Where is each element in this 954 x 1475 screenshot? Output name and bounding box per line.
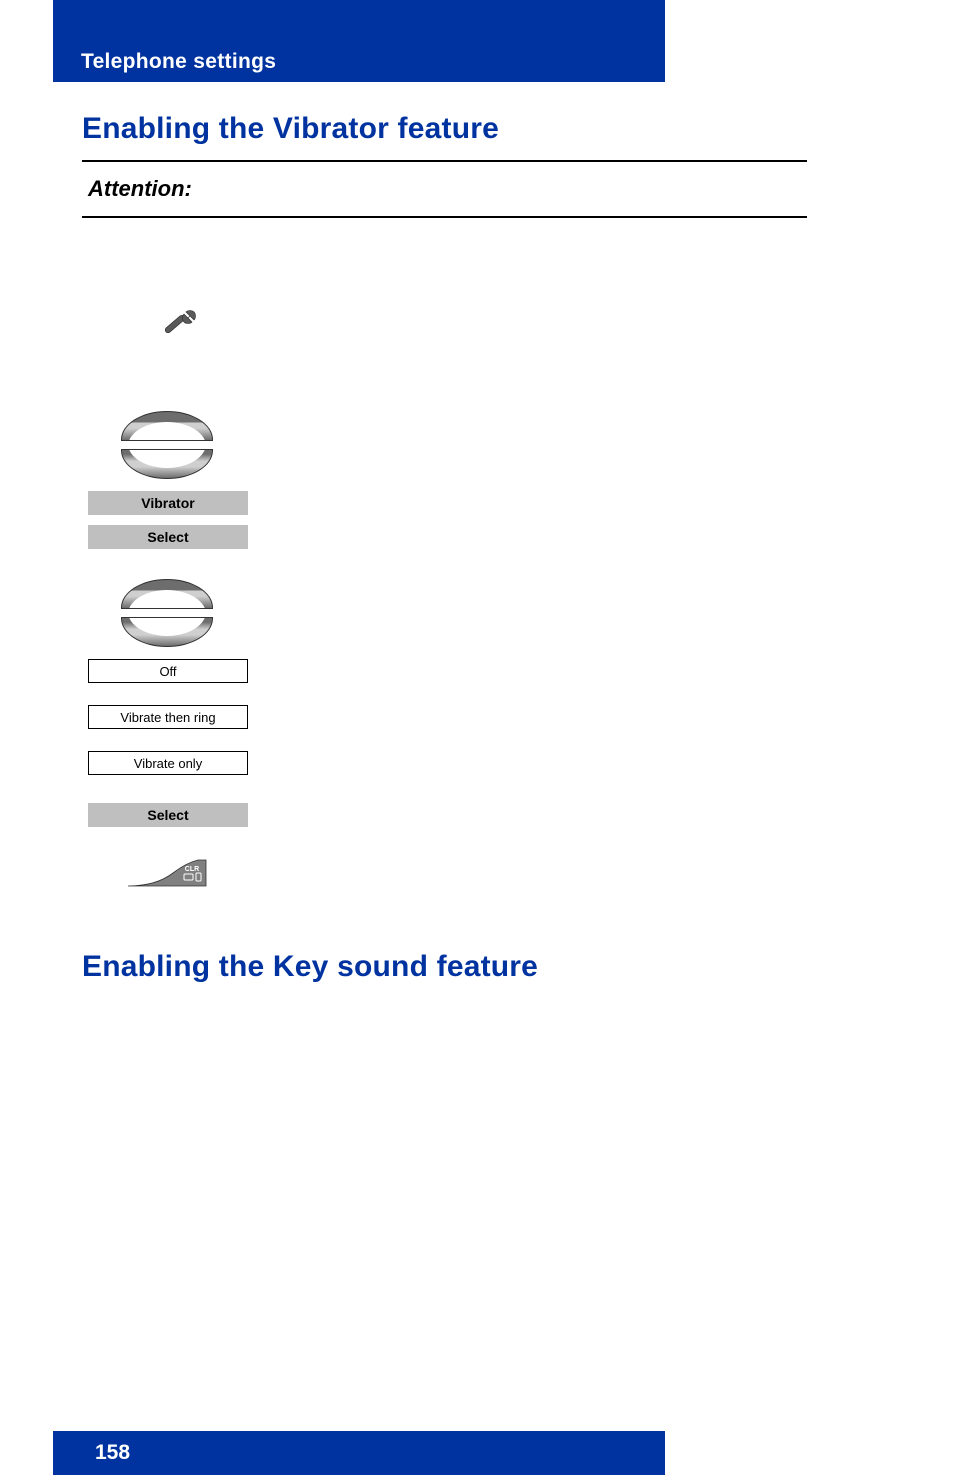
page-number: 158 xyxy=(95,1441,130,1465)
content-area: Enabling the Vibrator feature Attention:… xyxy=(82,100,807,998)
nav-down-icon xyxy=(121,617,213,647)
clr-key-icon[interactable]: CLR xyxy=(128,857,807,892)
step-choose-option: Off Vibrate then ring Vibrate only Selec… xyxy=(82,579,807,827)
attention-label: Attention: xyxy=(88,176,807,202)
steps-area: Vibrator Select Off Vibrate then ring Vi… xyxy=(82,308,807,892)
softkey-select[interactable]: Select xyxy=(88,803,248,827)
nav-down-icon xyxy=(121,449,213,479)
heading-keysound: Enabling the Key sound feature xyxy=(82,950,807,984)
page-footer: 158 xyxy=(53,1431,665,1475)
option-vibrate-only[interactable]: Vibrate only xyxy=(88,751,248,775)
softkey-select[interactable]: Select xyxy=(88,525,248,549)
header-section-title: Telephone settings xyxy=(81,50,276,74)
header-band: Telephone settings xyxy=(53,0,665,82)
nav-updown-icon[interactable] xyxy=(122,411,212,479)
step-navigate-vibrator: Vibrator Select xyxy=(82,411,807,549)
divider-top xyxy=(82,160,807,162)
nav-updown-icon[interactable] xyxy=(122,579,212,647)
nav-up-icon xyxy=(121,411,213,441)
menu-item-vibrator[interactable]: Vibrator xyxy=(88,491,248,515)
clr-key-label: CLR xyxy=(185,866,199,873)
divider-bottom xyxy=(82,216,807,218)
option-off[interactable]: Off xyxy=(88,659,248,683)
nav-up-icon xyxy=(121,579,213,609)
settings-wrench-icon xyxy=(162,308,807,341)
heading-vibrator: Enabling the Vibrator feature xyxy=(82,112,807,146)
option-vibrate-then-ring[interactable]: Vibrate then ring xyxy=(88,705,248,729)
